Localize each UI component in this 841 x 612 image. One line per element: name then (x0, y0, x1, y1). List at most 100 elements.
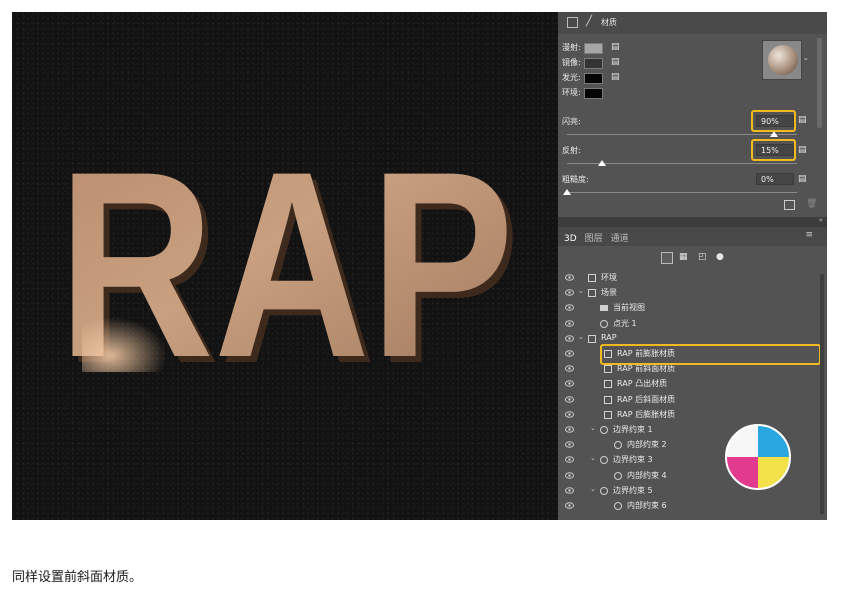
properties-title: 材质 (601, 18, 617, 27)
panel-tab[interactable]: 图层 (585, 234, 603, 244)
ambient-swatch[interactable] (584, 88, 603, 99)
visibility-eye-icon[interactable] (565, 365, 574, 373)
visibility-eye-icon[interactable] (565, 274, 574, 282)
scene-row[interactable]: RAP 后膨胀材质 (558, 408, 827, 423)
material-sphere-icon (768, 45, 798, 75)
scene-row-label: 内部约束 4 (627, 470, 667, 480)
trash-icon[interactable]: 🗑 (806, 199, 817, 209)
expand-chevron-icon[interactable]: ⌄ (578, 333, 584, 341)
mesh-icon (588, 334, 596, 343)
material-icon (604, 365, 612, 374)
shine-highlight (751, 110, 796, 132)
material-icon (604, 395, 612, 404)
roughness-folder-icon[interactable]: ▤ (798, 174, 807, 184)
scene-row[interactable]: 内部约束 6 (558, 499, 827, 514)
material-preview[interactable] (762, 40, 802, 80)
expand-chevron-icon[interactable]: ⌄ (590, 485, 596, 493)
reflection-label: 反射: (562, 146, 581, 155)
camera-icon (600, 305, 608, 312)
expand-chevron-icon[interactable]: ⌄ (590, 424, 596, 432)
scene-row-label: 边界约束 3 (613, 455, 653, 465)
material-type-icon[interactable] (567, 17, 578, 28)
scene-row-label: 边界约束 1 (613, 425, 653, 434)
scene-list: 环境 ⌄ 场景 当前视图 点光 1 ⌄ RAP RAP 前膨胀材质 RAP 前斜面材质 RAP 凸… (558, 271, 827, 520)
roughness-slider-thumb[interactable] (563, 189, 571, 195)
watermark-logo (725, 424, 791, 490)
panel-tab[interactable]: 3D (564, 234, 577, 244)
panel-tabs: 3D 图层 通道 ≡ (558, 227, 827, 246)
screenshot: RAP RAP ╱ 材质 漫射: ▤ 镜像: ▤ 发光: ▤ 环境: ⌄ 闪亮:… (12, 12, 827, 520)
scene-row[interactable]: RAP 后斜面材质 (558, 393, 827, 408)
light-icon (600, 319, 608, 328)
shine-folder-icon[interactable]: ▤ (798, 115, 807, 125)
scene-row-label: RAP 后膨胀材质 (617, 409, 676, 419)
filter-mesh-icon[interactable]: ▦ (679, 252, 688, 262)
scene-row-label: 当前视图 (613, 303, 645, 313)
visibility-eye-icon[interactable] (565, 319, 574, 328)
visibility-eye-icon[interactable] (565, 410, 574, 419)
visibility-eye-icon[interactable] (565, 395, 574, 404)
collapse-icon[interactable]: « (819, 216, 823, 224)
constraint-icon (614, 502, 622, 510)
glow-texture-icon[interactable]: ▤ (611, 72, 620, 82)
expand-chevron-icon[interactable]: ⌄ (578, 287, 584, 295)
shine-slider-thumb[interactable] (770, 131, 778, 137)
scene-row-label: 场景 (601, 288, 617, 298)
visibility-eye-icon[interactable] (565, 471, 574, 480)
properties-header: ╱ 材质 (558, 12, 827, 34)
visibility-eye-icon[interactable] (565, 304, 574, 312)
roughness-slider-track[interactable] (567, 192, 797, 193)
scene-row-label: 环境 (601, 273, 617, 282)
specular-texture-icon[interactable]: ▤ (611, 57, 620, 67)
shine-label: 闪亮: (562, 117, 581, 126)
shine-slider-track[interactable] (567, 134, 797, 135)
diffuse-label: 漫射: (562, 43, 581, 52)
scene-row[interactable]: ⌄ 边界约束 5 (558, 484, 827, 499)
material-icon (604, 410, 612, 419)
visibility-eye-icon[interactable] (565, 334, 574, 343)
brush-icon[interactable]: ╱ (586, 16, 592, 27)
visibility-eye-icon[interactable] (565, 289, 574, 297)
filter-light-icon[interactable]: ● (716, 252, 724, 262)
scene-row[interactable]: 点光 1 (558, 317, 827, 332)
caption-text: 同样设置前斜面材质。 (12, 570, 143, 585)
glow-swatch[interactable] (584, 73, 603, 84)
visibility-eye-icon[interactable] (565, 486, 574, 495)
scene-row-label: RAP 凸出材质 (617, 379, 668, 389)
properties-scrollbar[interactable] (817, 38, 822, 128)
scene-row-label: 内部约束 6 (627, 501, 667, 510)
visibility-eye-icon[interactable] (565, 426, 574, 434)
render-icon[interactable] (784, 200, 795, 210)
filter-scene-icon[interactable] (661, 252, 673, 264)
scene-row[interactable]: ⌄ 场景 (558, 286, 827, 301)
material-picker-chevron-icon[interactable]: ⌄ (803, 54, 809, 62)
scene-row[interactable]: 环境 (558, 271, 827, 286)
roughness-field[interactable]: 0% (756, 173, 794, 185)
diffuse-texture-icon[interactable]: ▤ (611, 42, 620, 52)
reflection-slider-thumb[interactable] (597, 160, 606, 166)
visibility-eye-icon[interactable] (565, 502, 574, 510)
panel-menu-icon[interactable]: ≡ (805, 230, 813, 240)
document-canvas[interactable]: RAP RAP (12, 12, 558, 520)
scene-row[interactable]: RAP 凸出材质 (558, 377, 827, 392)
specular-label: 镜像: (562, 58, 581, 67)
scene-row-label: RAP (601, 332, 617, 342)
reflection-folder-icon[interactable]: ▤ (798, 145, 807, 155)
filter-bar: ▦ ◰ ● (558, 248, 827, 270)
panel-tab[interactable]: 通道 (611, 234, 629, 244)
environment-icon (588, 274, 596, 282)
scene-icon (588, 289, 596, 298)
specular-swatch[interactable] (584, 58, 603, 69)
properties-panel: ╱ 材质 漫射: ▤ 镜像: ▤ 发光: ▤ 环境: ⌄ 闪亮: 90% ▤ 反… (558, 12, 827, 520)
scene-row[interactable]: 当前视图 (558, 301, 827, 316)
visibility-eye-icon[interactable] (565, 441, 574, 449)
scene-row[interactable]: ⌄ 边界约束 1 (558, 423, 827, 438)
visibility-eye-icon[interactable] (565, 380, 574, 388)
diffuse-swatch[interactable] (584, 43, 603, 54)
expand-chevron-icon[interactable]: ⌄ (590, 454, 596, 462)
visibility-eye-icon[interactable] (565, 350, 574, 358)
scene-scrollbar[interactable] (820, 274, 824, 514)
scene-row-label: RAP 后斜面材质 (617, 394, 676, 404)
filter-material-icon[interactable]: ◰ (698, 252, 707, 262)
visibility-eye-icon[interactable] (565, 456, 574, 464)
